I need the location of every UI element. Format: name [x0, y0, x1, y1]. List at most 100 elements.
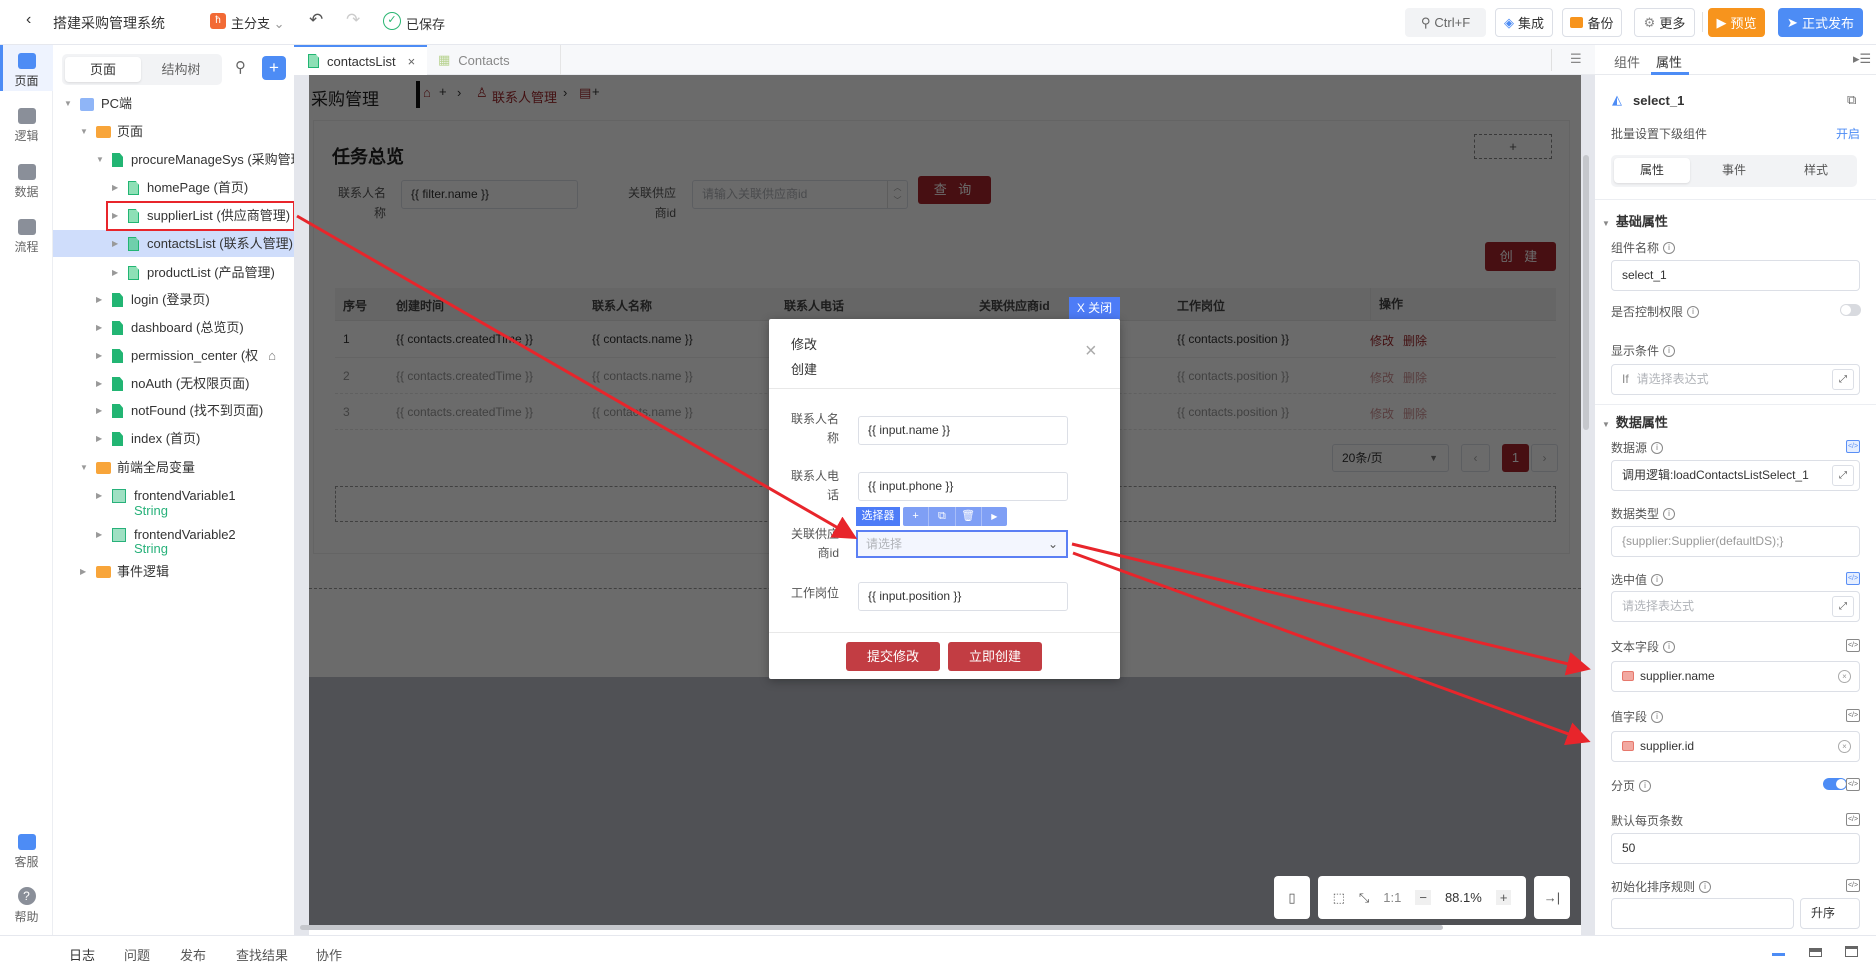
more-button[interactable]: ⚙ 更多: [1634, 8, 1695, 37]
create-now-button[interactable]: 立即创建: [948, 642, 1042, 671]
batch-enable-link[interactable]: 开启: [1836, 125, 1860, 142]
code-toggle-icon[interactable]: </>: [1846, 879, 1860, 892]
horizontal-scrollbar[interactable]: [300, 925, 1443, 930]
subtab-properties[interactable]: 属性: [1614, 158, 1690, 183]
tab-pages[interactable]: 页面: [65, 57, 141, 82]
tab-find-results[interactable]: 查找结果: [236, 945, 288, 964]
selected-value-input[interactable]: 请选择表达式 ⤢: [1611, 591, 1860, 622]
code-toggle-icon[interactable]: </>: [1846, 572, 1860, 585]
duplicate-icon[interactable]: ⧉: [929, 507, 956, 526]
code-toggle-icon[interactable]: </>: [1846, 813, 1860, 826]
filter-name-input[interactable]: {{ filter.name }}: [401, 180, 578, 209]
spinner-icon[interactable]: ︿ ﹀: [887, 181, 907, 208]
zoom-out-button[interactable]: −: [1415, 890, 1431, 905]
sort-order-select[interactable]: 升序: [1800, 898, 1860, 929]
backup-button[interactable]: 备份: [1562, 8, 1622, 37]
add-icon[interactable]: +: [592, 84, 600, 99]
home-icon[interactable]: ⌂: [423, 85, 431, 100]
copy-icon[interactable]: ⧉: [1847, 92, 1856, 108]
add-icon[interactable]: +: [903, 507, 930, 526]
page-size-input[interactable]: 50: [1611, 833, 1860, 864]
data-source-input[interactable]: 调用逻辑:loadContactsListSelect_1 ⤢: [1611, 460, 1860, 491]
rail-item-data[interactable]: 数据: [0, 164, 53, 200]
rail-item-flow[interactable]: 流程: [0, 219, 53, 255]
tree-item[interactable]: ▼ PC端: [64, 94, 132, 114]
reset-ratio-button[interactable]: 1:1: [1383, 890, 1401, 905]
branch-selector[interactable]: 主分支 ⌄: [231, 13, 285, 32]
text-field-input[interactable]: supplier.name ×: [1611, 661, 1860, 692]
tree-item[interactable]: ▶ notFound (找不到页面): [96, 401, 263, 421]
value-field-input[interactable]: supplier.id ×: [1611, 731, 1860, 762]
edit-link[interactable]: 修改: [1370, 369, 1394, 386]
expand-icon[interactable]: ⤢: [1832, 596, 1854, 617]
undo-icon[interactable]: ↶: [309, 10, 323, 30]
tab-contacts[interactable]: ▦ Contacts: [436, 45, 561, 75]
filter-supplier-input[interactable]: 请输入关联供应商id ︿ ﹀: [692, 180, 908, 209]
redo-icon[interactable]: ↷: [346, 10, 360, 30]
delete-link[interactable]: 删除: [1403, 332, 1427, 349]
submit-edit-button[interactable]: 提交修改: [846, 642, 940, 671]
breadcrumb[interactable]: 联系人管理: [492, 87, 557, 106]
clear-icon[interactable]: ×: [1838, 740, 1851, 753]
tree-item[interactable]: ▶ homePage (首页): [112, 178, 248, 198]
expand-icon[interactable]: ⤢: [1832, 465, 1854, 486]
code-toggle-icon[interactable]: </>: [1846, 709, 1860, 722]
add-icon[interactable]: +: [439, 84, 447, 99]
preview-button[interactable]: ▶ 预览: [1708, 8, 1765, 37]
supplier-select[interactable]: 请选择 ⌄: [856, 530, 1068, 558]
page-size-select[interactable]: 20条/页 ▼: [1332, 444, 1449, 472]
vertical-scrollbar[interactable]: [1583, 155, 1589, 430]
sort-field-input[interactable]: [1611, 898, 1794, 929]
search-icon[interactable]: ⚲: [235, 58, 246, 76]
tree-item[interactable]: ▶ noAuth (无权限页面): [96, 374, 249, 394]
code-toggle-icon[interactable]: </>: [1846, 778, 1860, 791]
contact-name-input[interactable]: {{ input.name }}: [858, 416, 1068, 445]
tab-contactslist[interactable]: contactsList ×: [294, 45, 427, 75]
add-page-button[interactable]: +: [262, 56, 286, 80]
display-condition-input[interactable]: If 请选择表达式 ⤢: [1611, 364, 1860, 395]
tab-collaboration[interactable]: 协作: [316, 945, 342, 964]
edit-link[interactable]: 修改: [1370, 332, 1394, 349]
close-icon[interactable]: ×: [1085, 341, 1097, 361]
tab-components[interactable]: 组件: [1614, 52, 1640, 71]
rail-item-service[interactable]: 客服: [0, 834, 53, 870]
create-button[interactable]: 创 建: [1485, 242, 1556, 271]
next-page-button[interactable]: ›: [1531, 444, 1558, 472]
collapse-panel-button[interactable]: →|: [1534, 876, 1570, 919]
tab-structure[interactable]: 结构树: [143, 57, 219, 82]
tree-item[interactable]: ▶ productList (产品管理): [112, 263, 275, 283]
back-icon[interactable]: ‹: [26, 11, 31, 29]
close-icon[interactable]: ×: [408, 54, 416, 69]
code-toggle-icon[interactable]: </>: [1846, 440, 1860, 453]
tree-item-supplierlist[interactable]: ▶ supplierList (供应商管理): [112, 206, 290, 226]
tree-item[interactable]: ▼ procureManageSys (采购管理: [96, 150, 304, 170]
edit-link[interactable]: 修改: [1370, 405, 1394, 422]
collapse-icon[interactable]: ▸☰: [1853, 51, 1871, 67]
layout-full-icon[interactable]: [1845, 946, 1858, 957]
permission-toggle[interactable]: [1840, 304, 1861, 316]
tab-issues[interactable]: 问题: [124, 945, 150, 964]
section-data[interactable]: ▼ 数据属性: [1602, 412, 1668, 431]
tab-log[interactable]: 日志: [69, 945, 95, 964]
tree-item[interactable]: ▶ permission_center (权 ⌂: [96, 346, 276, 366]
subtab-events[interactable]: 事件: [1696, 158, 1772, 183]
list-icon[interactable]: ☰: [1570, 51, 1582, 67]
tree-item[interactable]: ▶ login (登录页): [96, 290, 210, 310]
tree-item[interactable]: ▼ 页面: [80, 122, 143, 142]
play-icon[interactable]: ▶: [982, 507, 1007, 526]
tree-item[interactable]: ▶ 事件逻辑: [80, 562, 169, 582]
component-name-input[interactable]: select_1: [1611, 260, 1860, 291]
delete-link[interactable]: 删除: [1403, 405, 1427, 422]
rail-item-logic[interactable]: 逻辑: [0, 108, 53, 144]
section-basic[interactable]: ▼ 基础属性: [1602, 211, 1668, 230]
tree-item[interactable]: ▼ 前端全局变量: [80, 458, 195, 478]
close-modal-tag[interactable]: X 关闭: [1069, 297, 1120, 319]
tab-publish[interactable]: 发布: [180, 945, 206, 964]
tree-item-contactslist[interactable]: ▶ contactsList (联系人管理): [112, 234, 293, 254]
select-area-icon[interactable]: ⬚: [1333, 890, 1345, 906]
splitter[interactable]: [294, 75, 309, 935]
rail-item-page[interactable]: 页面: [0, 53, 53, 89]
position-input[interactable]: {{ input.position }}: [858, 582, 1068, 611]
device-toggle-button[interactable]: ▯: [1274, 876, 1310, 919]
add-slot[interactable]: +: [1474, 134, 1552, 159]
